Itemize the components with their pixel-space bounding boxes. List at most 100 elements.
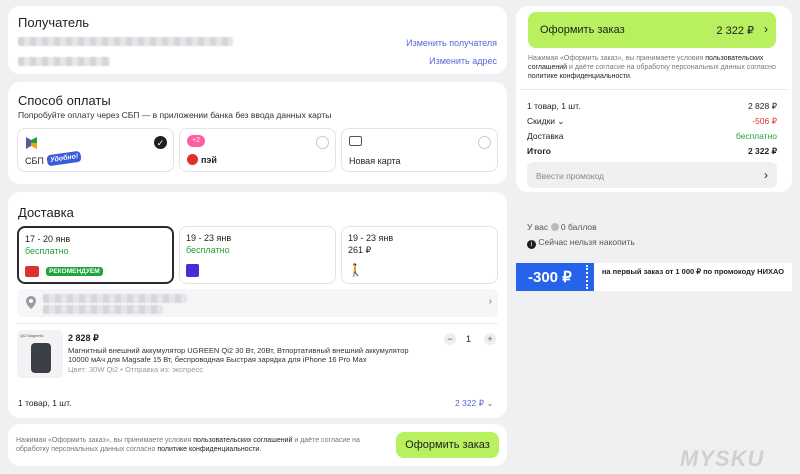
footer-agreements-link[interactable]: пользовательских соглашений [193, 437, 292, 444]
new-card-radio[interactable] [478, 136, 491, 149]
delivery-value: бесплатно [735, 131, 777, 141]
delivery-price-2: бесплатно [186, 245, 230, 255]
delivery-option-3[interactable]: 19 - 23 янв 261 ₽ 🚶 [341, 226, 498, 284]
courier-brand-icon [186, 264, 199, 277]
checkout-button[interactable]: Оформить заказ 2 322 ₽ › [528, 12, 776, 48]
sidebar-privacy-link[interactable]: политике конфиденциальности [528, 73, 630, 80]
new-card-label: Новая карта [349, 156, 401, 166]
pickup-address-row[interactable]: › [17, 289, 498, 317]
items-total: 2 322 ₽ [455, 398, 485, 408]
points-note-row: i Сейчас нельзя накопить [527, 237, 635, 249]
pay-card-icon: +2 [187, 135, 205, 147]
payment-option-pay[interactable]: +2 пэй [179, 128, 336, 172]
recipient-card: Получатель Изменить получателя Изменить … [8, 6, 507, 74]
summary-total-value: 2 322 ₽ [747, 146, 777, 156]
recipient-name-redacted [18, 37, 233, 46]
points-label: У вас [527, 222, 549, 232]
sidebar-divider [520, 89, 788, 90]
sbp-label: СБП [25, 156, 44, 166]
promo-placeholder: Ввести промокод [536, 171, 605, 181]
sbp-radio-checked[interactable]: ✓ [154, 136, 167, 149]
sidebar-terms: Нажимая «Оформить заказ», вы принимаете … [528, 55, 776, 80]
chevron-right-icon: › [488, 296, 492, 307]
items-total-toggle[interactable]: 2 322 ₽ ⌄ [455, 398, 494, 409]
powerbank-icon [31, 343, 51, 373]
summary-row-discounts[interactable]: Скидки ⌄ -506 ₽ [527, 116, 777, 127]
summary-row-total: Итого 2 322 ₽ [527, 146, 777, 157]
payment-subtitle: Попробуйте оплату через СБП — в приложен… [18, 110, 332, 120]
delivery-title: Доставка [18, 205, 74, 220]
delivery-price-1: бесплатно [25, 246, 69, 256]
delivery-option-2[interactable]: 19 - 23 янв бесплатно [179, 226, 336, 284]
discounts-toggle[interactable]: Скидки ⌄ [527, 116, 565, 127]
coupon-text: на первый заказ от 1 000 ₽ по промокоду … [601, 267, 785, 276]
product-meta: Цвет: 30W Qi2 • Отправка из: экспресс [68, 365, 203, 374]
summary-label: Доставка [527, 131, 564, 141]
info-icon: i [527, 240, 536, 249]
items-count: 1 товар, 1 шт. [18, 398, 72, 408]
checkout-total: 2 322 ₽ [716, 25, 754, 37]
payment-option-new-card[interactable]: Новая карта [341, 128, 498, 172]
chevron-down-icon: ⌄ [557, 116, 565, 126]
pickup-brand-icon [25, 266, 39, 277]
footer-privacy-link[interactable]: политике конфиденциальности [157, 446, 259, 453]
footer-terms-text: Нажимая «Оформить заказ», вы принимаете … [16, 437, 194, 444]
add-card-icon [349, 136, 362, 146]
delivery-dates-2: 19 - 23 янв [186, 233, 232, 243]
chevron-right-icon: › [764, 168, 768, 182]
points-coin-icon [550, 223, 559, 231]
payment-option-sbp[interactable]: СБП Удобно! ✓ [17, 128, 174, 172]
promo-input[interactable]: Ввести промокод › [527, 162, 777, 188]
coupon-banner: -300 ₽ на первый заказ от 1 000 ₽ по про… [516, 263, 792, 291]
delivery-price-3: 261 ₽ [348, 245, 372, 255]
watermark: MYSKU [680, 446, 765, 471]
pay-logo-icon [187, 154, 198, 165]
summary-label: Итого [527, 146, 551, 156]
qty-decrease-button[interactable]: − [444, 333, 456, 345]
coupon-amount: -300 ₽ [528, 269, 572, 286]
points-note: Сейчас нельзя накопить [538, 237, 635, 247]
divider [17, 323, 498, 324]
points-row: У вас 0 баллов [527, 222, 597, 232]
product-price: 2 828 ₽ [68, 333, 99, 343]
sbp-logo-icon [26, 136, 37, 149]
recipient-address-redacted [18, 57, 110, 66]
payment-title: Способ оплаты [18, 93, 111, 108]
location-pin-icon [26, 296, 36, 309]
summary-row-items: 1 товар, 1 шт. 2 828 ₽ [527, 101, 777, 112]
sidebar-terms-text-2: и даёте согласие на обработку персональн… [567, 64, 776, 71]
change-recipient-link[interactable]: Изменить получателя [406, 38, 497, 48]
sbp-badge: Удобно! [46, 150, 82, 167]
delivery-option-1[interactable]: 17 - 20 янв бесплатно РЕКОМЕНДУЕМ [17, 226, 174, 284]
coupon-amount-tile: -300 ₽ [516, 263, 594, 291]
sidebar-terms-text: Нажимая «Оформить заказ», вы принимаете … [528, 55, 706, 62]
points-value: 0 баллов [560, 222, 597, 232]
recommended-badge: РЕКОМЕНДУЕМ [46, 267, 103, 276]
summary-label: 1 товар, 1 шт. [527, 101, 581, 111]
qty-increase-button[interactable]: + [484, 333, 496, 345]
chevron-down-icon: ⌄ [486, 398, 494, 408]
pay-radio[interactable] [316, 136, 329, 149]
delivery-dates-1: 17 - 20 янв [25, 234, 71, 244]
change-address-link[interactable]: Изменить адрес [429, 56, 497, 66]
product-thumb-text: Qi2 Magnetic [20, 333, 44, 338]
qty-value[interactable]: 1 [466, 334, 471, 344]
summary-value: 2 828 ₽ [747, 101, 777, 111]
product-thumbnail[interactable]: Qi2 Magnetic [17, 330, 63, 378]
checkout-label: Оформить заказ [540, 24, 625, 36]
walker-icon: 🚶 [348, 263, 363, 277]
pickup-address-redacted-2 [43, 305, 163, 314]
discount-value: -506 ₽ [752, 116, 777, 126]
summary-row-delivery: Доставка бесплатно [527, 131, 777, 141]
delivery-dates-3: 19 - 23 янв [348, 233, 394, 243]
footer-card: Нажимая «Оформить заказ», вы принимаете … [8, 424, 507, 466]
product-name[interactable]: Магнитный внешний аккумулятор UGREEN Qi2… [68, 346, 430, 364]
footer-terms: Нажимая «Оформить заказ», вы принимаете … [16, 437, 360, 453]
footer-checkout-button[interactable]: Оформить заказ [396, 432, 499, 458]
recipient-title: Получатель [18, 15, 90, 30]
pickup-address-redacted [43, 294, 187, 303]
chevron-right-icon: › [764, 22, 768, 36]
pay-label: пэй [201, 155, 217, 165]
summary-label: Скидки [527, 116, 556, 126]
coupon-perforation [586, 265, 588, 289]
